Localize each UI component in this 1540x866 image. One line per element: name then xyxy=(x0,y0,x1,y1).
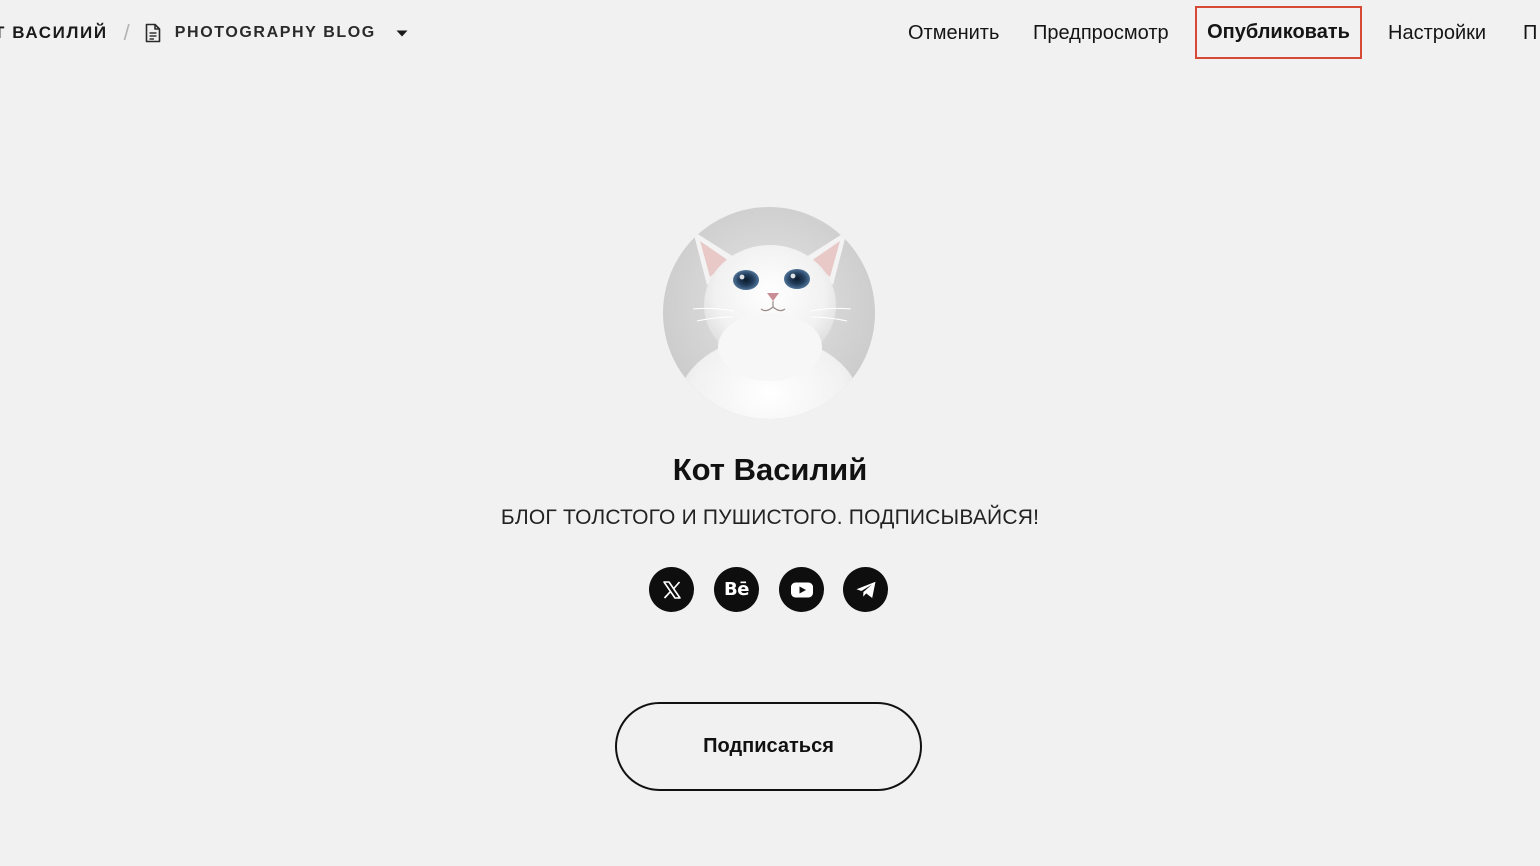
subscribe-button[interactable]: Подписаться xyxy=(615,702,922,791)
top-toolbar: Т ВАСИЛИЙ / PHOTOGRAPHY BLOG Отменить Пр… xyxy=(0,0,1540,66)
telegram-icon[interactable] xyxy=(843,567,888,612)
breadcrumb-separator: / xyxy=(123,20,130,45)
x-icon[interactable] xyxy=(649,567,694,612)
social-links: Bē xyxy=(649,567,889,612)
preview-button[interactable]: Предпросмотр xyxy=(1033,16,1169,50)
profile-name: Кот Василий xyxy=(672,452,868,487)
cancel-button[interactable]: Отменить xyxy=(908,16,999,50)
settings-button[interactable]: Настройки xyxy=(1388,16,1486,50)
avatar xyxy=(663,207,875,419)
youtube-icon[interactable] xyxy=(779,567,824,612)
chevron-down-icon[interactable] xyxy=(395,28,409,38)
truncated-menu-item[interactable]: П xyxy=(1523,16,1537,50)
behance-label: Bē xyxy=(724,579,749,600)
behance-icon[interactable]: Bē xyxy=(714,567,759,612)
cat-photo xyxy=(663,207,875,419)
publish-button[interactable]: Опубликовать xyxy=(1195,6,1362,59)
breadcrumb-site-name[interactable]: Т ВАСИЛИЙ xyxy=(0,23,108,43)
breadcrumb-page-name[interactable]: PHOTOGRAPHY BLOG xyxy=(175,24,376,42)
document-icon xyxy=(144,23,162,43)
profile-description: БЛОГ ТОЛСТОГО И ПУШИСТОГО. ПОДПИСЫВАЙСЯ! xyxy=(500,506,1040,529)
breadcrumb: Т ВАСИЛИЙ / PHOTOGRAPHY BLOG xyxy=(0,20,409,46)
page: Т ВАСИЛИЙ / PHOTOGRAPHY BLOG Отменить Пр… xyxy=(0,0,1540,866)
